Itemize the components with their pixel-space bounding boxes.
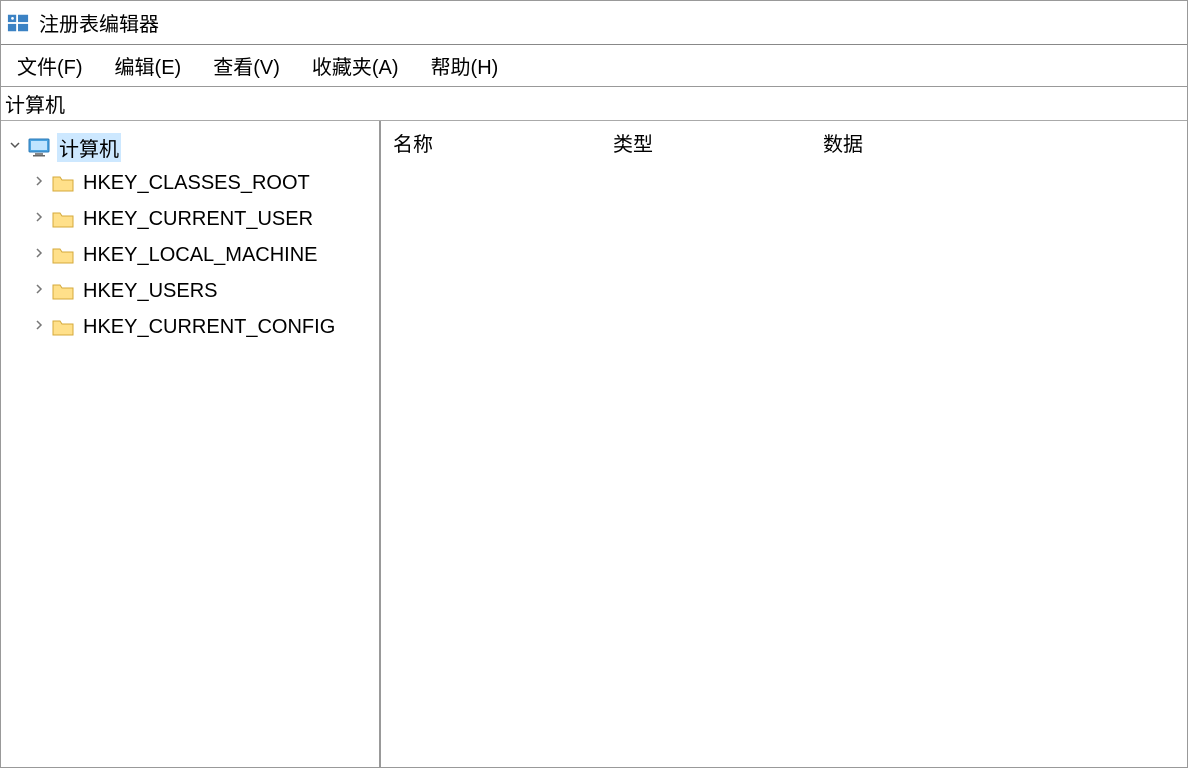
app-title: 注册表编辑器 (39, 8, 159, 37)
menu-favorites[interactable]: 收藏夹(A) (296, 47, 415, 84)
column-header-name[interactable]: 名称 (381, 128, 601, 157)
chevron-right-icon[interactable] (29, 210, 49, 228)
tree-item-label: HKEY_LOCAL_MACHINE (81, 244, 320, 267)
list-header: 名称 类型 数据 (381, 121, 1187, 163)
tree-item-label: HKEY_CLASSES_ROOT (81, 172, 312, 195)
tree-root-computer[interactable]: 计算机 (1, 129, 379, 165)
titlebar: 注册表编辑器 (1, 1, 1187, 45)
computer-icon (27, 137, 51, 157)
tree-item-hkey-current-config[interactable]: HKEY_CURRENT_CONFIG (1, 309, 379, 345)
tree-pane: 计算机 HKEY_CLASSES_ROOT HKEY_CURRENT_USER (1, 121, 381, 767)
menu-file[interactable]: 文件(F) (1, 47, 99, 84)
address-bar[interactable]: 计算机 (1, 87, 1187, 121)
tree-root-label: 计算机 (57, 133, 121, 162)
tree-item-hkey-users[interactable]: HKEY_USERS (1, 273, 379, 309)
folder-icon (51, 281, 75, 301)
folder-icon (51, 317, 75, 337)
list-pane: 名称 类型 数据 (381, 121, 1187, 767)
chevron-right-icon[interactable] (29, 246, 49, 264)
chevron-right-icon[interactable] (29, 318, 49, 336)
folder-icon (51, 173, 75, 193)
tree-item-label: HKEY_CURRENT_CONFIG (81, 316, 337, 339)
tree-item-hkey-local-machine[interactable]: HKEY_LOCAL_MACHINE (1, 237, 379, 273)
address-bar-text: 计算机 (5, 89, 65, 118)
menu-edit[interactable]: 编辑(E) (99, 47, 198, 84)
menu-help[interactable]: 帮助(H) (415, 47, 515, 84)
menubar: 文件(F) 编辑(E) 查看(V) 收藏夹(A) 帮助(H) (1, 45, 1187, 87)
tree-item-hkey-classes-root[interactable]: HKEY_CLASSES_ROOT (1, 165, 379, 201)
chevron-down-icon[interactable] (5, 138, 25, 156)
column-header-type[interactable]: 类型 (601, 128, 811, 157)
chevron-right-icon[interactable] (29, 174, 49, 192)
tree-item-hkey-current-user[interactable]: HKEY_CURRENT_USER (1, 201, 379, 237)
tree-item-label: HKEY_CURRENT_USER (81, 208, 315, 231)
content-area: 计算机 HKEY_CLASSES_ROOT HKEY_CURRENT_USER (1, 121, 1187, 767)
folder-icon (51, 209, 75, 229)
menu-view[interactable]: 查看(V) (197, 47, 296, 84)
folder-icon (51, 245, 75, 265)
regedit-icon (7, 12, 29, 34)
chevron-right-icon[interactable] (29, 282, 49, 300)
column-header-data[interactable]: 数据 (811, 128, 1187, 157)
tree-item-label: HKEY_USERS (81, 280, 220, 303)
